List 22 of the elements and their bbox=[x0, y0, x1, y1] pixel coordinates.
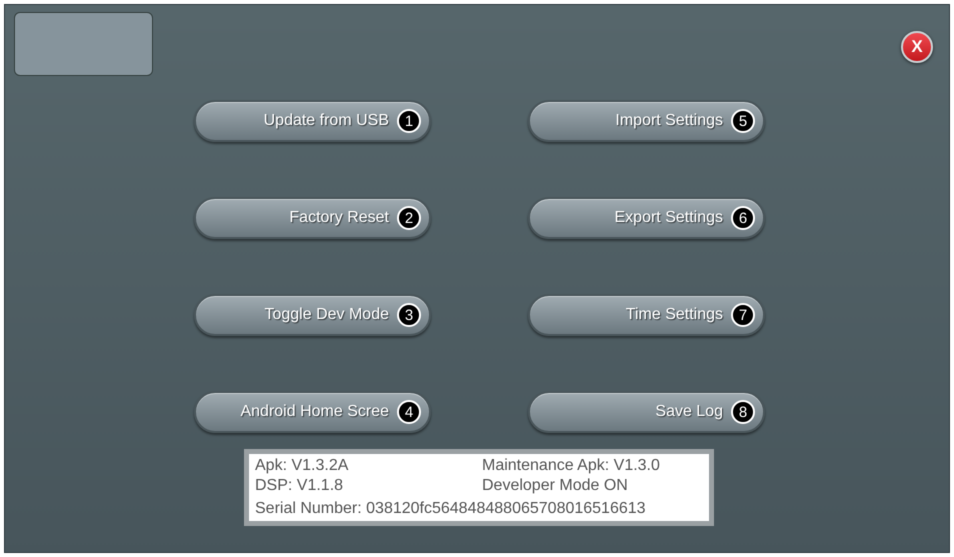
info-text: Maintenance Apk: V1.3.0 bbox=[482, 456, 661, 476]
menu-button[interactable]: Factory Reset 2 bbox=[194, 197, 431, 239]
menu-button[interactable]: Android Home Scree 4 bbox=[194, 391, 431, 433]
number-marker: 7 bbox=[731, 303, 755, 327]
menu-button[interactable]: Import Settings 5 bbox=[528, 100, 765, 142]
number-marker: 4 bbox=[397, 400, 421, 424]
number-marker: 6 bbox=[731, 206, 755, 230]
menu-button[interactable]: Save Log 8 bbox=[528, 391, 765, 433]
info-text: Developer Mode ON bbox=[482, 476, 629, 496]
number-marker: 2 bbox=[397, 206, 421, 230]
number-marker: 5 bbox=[731, 109, 755, 133]
number-marker: 1 bbox=[397, 109, 421, 133]
info-text: Apk: V1.3.2A bbox=[255, 456, 350, 476]
menu-button[interactable]: Export Settings 6 bbox=[528, 197, 765, 239]
number-marker: 8 bbox=[731, 400, 755, 424]
menu-button[interactable]: Update from USB 1 bbox=[194, 100, 431, 142]
menu-button[interactable]: Toggle Dev Mode 3 bbox=[194, 294, 431, 336]
menu-button[interactable]: Time Settings 7 bbox=[528, 294, 765, 336]
number-marker: 3 bbox=[397, 303, 421, 327]
serial-number: Serial Number: 038120fc564848488065708016516613 bbox=[255, 500, 646, 517]
info-text: DSP: V1.1.8 bbox=[255, 476, 344, 496]
close-button[interactable]: X bbox=[901, 31, 933, 63]
